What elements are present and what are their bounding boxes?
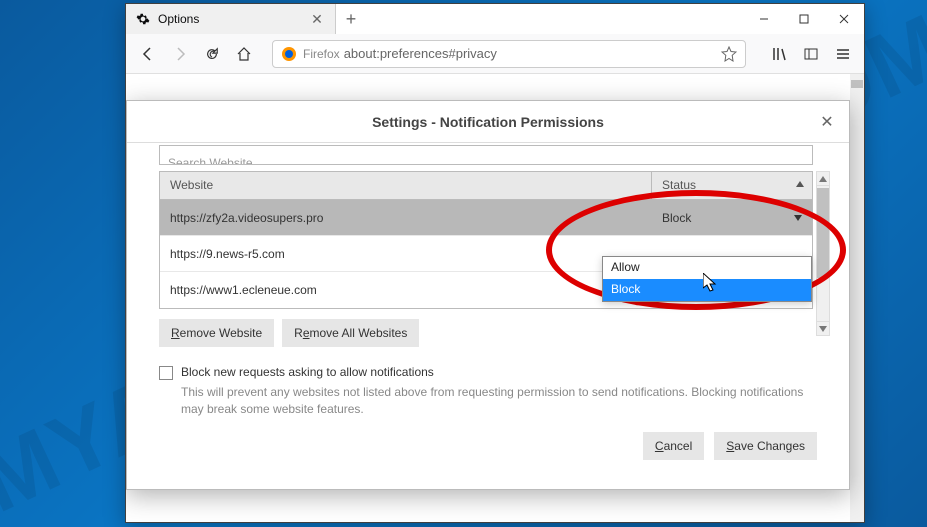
- checkbox-description: This will prevent any websites not liste…: [181, 384, 817, 418]
- status-dropdown[interactable]: Block: [652, 211, 812, 225]
- bookmark-star-icon[interactable]: [721, 46, 737, 62]
- table-scrollbar[interactable]: [816, 171, 830, 336]
- table-header: Website Status: [160, 172, 812, 200]
- library-button[interactable]: [766, 41, 792, 67]
- toolbar: Firefox about:preferences#privacy: [126, 34, 864, 74]
- new-tab-button[interactable]: +: [336, 4, 366, 34]
- scrollbar-thumb[interactable]: [851, 80, 863, 88]
- status-value: Block: [662, 211, 691, 225]
- remove-all-button[interactable]: Remove All Websites: [282, 319, 419, 347]
- scroll-up-button[interactable]: [817, 172, 829, 186]
- window-controls: [744, 4, 864, 34]
- website-cell: https://9.news-r5.com: [160, 247, 652, 261]
- table-row[interactable]: https://zfy2a.videosupers.pro Block: [160, 200, 812, 236]
- browser-window: Options ✕ + Firefox about:preferences#pr…: [125, 3, 865, 523]
- url-bar[interactable]: Firefox about:preferences#privacy: [272, 40, 746, 68]
- checkbox-label[interactable]: Block new requests asking to allow notif…: [181, 365, 434, 379]
- content-area: Settings - Notification Permissions ✕ Se…: [126, 74, 864, 522]
- url-prefix: Firefox: [303, 47, 340, 61]
- tab-options[interactable]: Options ✕: [126, 4, 336, 34]
- dialog-footer: Cancel Save Changes: [143, 418, 833, 474]
- search-placeholder: Search Website: [168, 156, 253, 165]
- url-text: about:preferences#privacy: [344, 46, 721, 61]
- close-button[interactable]: [824, 4, 864, 34]
- sort-icon: [796, 181, 804, 187]
- cancel-button[interactable]: Cancel: [643, 432, 704, 460]
- tab-label: Options: [158, 12, 309, 26]
- scrollbar-thumb[interactable]: [817, 188, 829, 278]
- back-button[interactable]: [134, 40, 162, 68]
- dropdown-option-block[interactable]: Block: [603, 279, 811, 301]
- remove-buttons-row: Remove Website Remove All Websites: [159, 319, 833, 347]
- remove-website-button[interactable]: Remove Website: [159, 319, 274, 347]
- website-cell: https://www1.ecleneue.com: [160, 283, 652, 297]
- column-website[interactable]: Website: [160, 172, 652, 199]
- forward-button[interactable]: [166, 40, 194, 68]
- search-website-input[interactable]: Search Website: [159, 145, 813, 165]
- column-status[interactable]: Status: [652, 172, 812, 199]
- block-new-requests-checkbox[interactable]: [159, 366, 173, 380]
- firefox-icon: [281, 46, 297, 62]
- dialog-close-icon[interactable]: ✕: [817, 112, 837, 132]
- status-dropdown-popup: Allow Block: [602, 256, 812, 302]
- menu-button[interactable]: [830, 41, 856, 67]
- home-button[interactable]: [230, 40, 258, 68]
- dialog-body: Search Website Website Status: [127, 143, 849, 489]
- save-changes-button[interactable]: Save Changes: [714, 432, 817, 460]
- chevron-down-icon: [794, 215, 802, 221]
- titlebar: Options ✕ +: [126, 4, 864, 34]
- dropdown-option-allow[interactable]: Allow: [603, 257, 811, 279]
- maximize-button[interactable]: [784, 4, 824, 34]
- notification-permissions-dialog: Settings - Notification Permissions ✕ Se…: [126, 100, 850, 490]
- block-new-requests-row: Block new requests asking to allow notif…: [159, 365, 817, 380]
- tab-close-icon[interactable]: ✕: [309, 11, 325, 27]
- page-scrollbar[interactable]: [850, 74, 864, 522]
- minimize-button[interactable]: [744, 4, 784, 34]
- sidebar-button[interactable]: [798, 41, 824, 67]
- reload-button[interactable]: [198, 40, 226, 68]
- scroll-down-button[interactable]: [817, 321, 829, 335]
- dialog-title: Settings - Notification Permissions: [372, 114, 604, 130]
- dialog-header: Settings - Notification Permissions ✕: [127, 101, 849, 143]
- column-status-label: Status: [662, 178, 696, 192]
- gear-icon: [136, 12, 150, 26]
- website-cell: https://zfy2a.videosupers.pro: [160, 211, 652, 225]
